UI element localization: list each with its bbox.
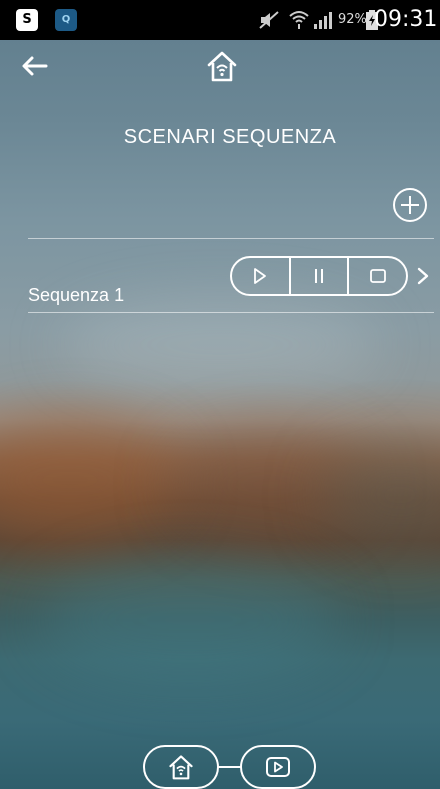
app-notification-icon: S — [16, 9, 38, 31]
play-button[interactable] — [232, 258, 289, 294]
stop-icon — [369, 269, 386, 283]
status-bar: S Q 92% 09:31 — [0, 0, 440, 40]
back-arrow-icon[interactable] — [20, 54, 48, 78]
battery-percent: 92% — [338, 12, 367, 27]
bottom-nav — [140, 745, 320, 789]
signal-icon — [314, 12, 332, 29]
clock: 09:31 — [374, 7, 438, 32]
page-title: SCENARI SEQUENZA — [123, 126, 337, 148]
divider — [28, 238, 434, 239]
wifi-home-icon — [169, 755, 193, 780]
play-icon — [266, 757, 290, 777]
nav-home-button[interactable] — [143, 745, 219, 789]
background-blur — [60, 300, 380, 390]
sequence-label[interactable]: Sequenza 1 — [28, 285, 124, 306]
screen: S Q 92% 09:31 SCENARI SEQUENZA Sequenza … — [0, 0, 440, 789]
wifi-home-icon — [207, 51, 237, 82]
sequence-controls — [230, 256, 408, 296]
mute-icon — [259, 11, 279, 29]
nav-connector — [218, 766, 241, 768]
chevron-right-icon[interactable] — [416, 266, 430, 286]
divider — [28, 312, 434, 313]
plus-circle-icon[interactable] — [392, 187, 428, 223]
app-notification-icon: Q — [55, 9, 77, 31]
background-blur — [0, 420, 180, 540]
wifi-icon — [289, 11, 309, 29]
nav-scenari-button[interactable] — [240, 745, 316, 789]
pause-icon — [315, 269, 323, 283]
pause-button[interactable] — [288, 258, 348, 294]
play-icon — [254, 268, 267, 284]
stop-button[interactable] — [347, 258, 406, 294]
background-blur — [40, 560, 340, 680]
